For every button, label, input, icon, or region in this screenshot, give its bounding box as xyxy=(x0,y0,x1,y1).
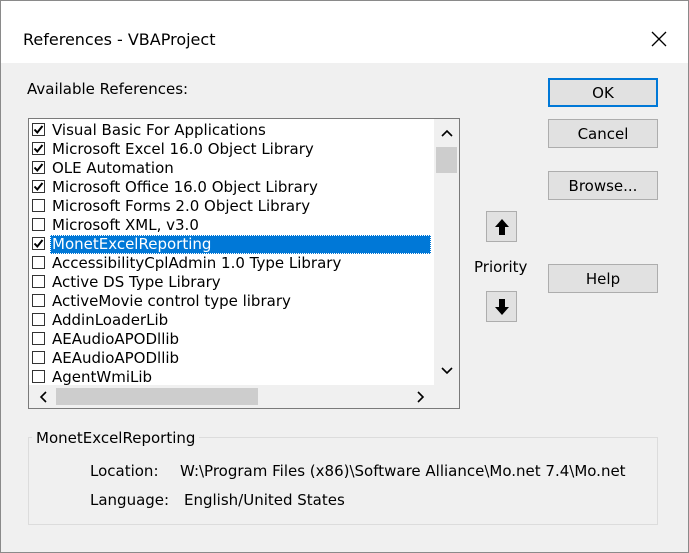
vertical-scrollbar[interactable] xyxy=(434,119,459,385)
chevron-left-icon xyxy=(39,390,47,403)
location-label: Location: xyxy=(90,462,159,480)
reference-list-item[interactable]: Microsoft Office 16.0 Object Library xyxy=(29,178,435,197)
references-dialog: References - VBAProject Available Refere… xyxy=(0,0,689,553)
reference-list-item[interactable]: Active DS Type Library xyxy=(29,273,435,292)
available-references-label: Available References: xyxy=(27,80,189,98)
scroll-up-button[interactable] xyxy=(434,121,459,145)
cancel-button[interactable]: Cancel xyxy=(548,119,658,148)
reference-list-item[interactable]: AEAudioAPODllib xyxy=(29,349,435,368)
priority-up-button[interactable] xyxy=(486,211,517,242)
chevron-up-icon xyxy=(440,129,453,137)
reference-label: AEAudioAPODllib xyxy=(52,349,180,367)
references-list: Visual Basic For Applications Microsoft E… xyxy=(29,121,435,387)
reference-label: AddinLoaderLib xyxy=(52,311,169,329)
reference-label: Microsoft Office 16.0 Object Library xyxy=(52,178,318,196)
browse-button[interactable]: Browse... xyxy=(548,171,658,200)
reference-label: Microsoft Excel 16.0 Object Library xyxy=(52,140,314,158)
reference-label: AccessibilityCplAdmin 1.0 Type Library xyxy=(52,254,342,272)
help-button[interactable]: Help xyxy=(548,264,658,293)
reference-list-item[interactable]: OLE Automation xyxy=(29,159,435,178)
checkmark-icon xyxy=(33,125,44,135)
reference-checkbox[interactable] xyxy=(32,123,45,136)
arrow-down-icon xyxy=(494,298,509,315)
details-group-title: MonetExcelReporting xyxy=(32,429,200,447)
reference-label: Microsoft Forms 2.0 Object Library xyxy=(52,197,311,215)
reference-label: MonetExcelReporting xyxy=(50,235,431,254)
horizontal-scroll-thumb[interactable] xyxy=(56,388,258,405)
reference-list-item[interactable]: AccessibilityCplAdmin 1.0 Type Library xyxy=(29,254,435,273)
reference-checkbox[interactable] xyxy=(32,313,45,326)
reference-label: OLE Automation xyxy=(52,159,174,177)
reference-list-item[interactable]: Visual Basic For Applications xyxy=(29,121,435,140)
checkmark-icon xyxy=(33,163,44,173)
reference-label: ActiveMovie control type library xyxy=(52,292,291,310)
reference-checkbox[interactable] xyxy=(32,180,45,193)
reference-list-item[interactable]: Microsoft Forms 2.0 Object Library xyxy=(29,197,435,216)
priority-down-button[interactable] xyxy=(486,291,517,322)
checkmark-icon xyxy=(33,182,44,192)
reference-list-item[interactable]: MonetExcelReporting xyxy=(29,235,435,254)
scroll-down-button[interactable] xyxy=(434,359,459,383)
priority-label: Priority xyxy=(474,258,528,276)
language-label: Language: xyxy=(90,491,170,509)
reference-checkbox[interactable] xyxy=(32,161,45,174)
reference-list-item[interactable]: AddinLoaderLib xyxy=(29,311,435,330)
reference-checkbox[interactable] xyxy=(32,256,45,269)
close-icon xyxy=(651,31,667,47)
reference-label: AEAudioAPODllib xyxy=(52,330,180,348)
arrow-up-icon xyxy=(494,218,509,235)
close-button[interactable] xyxy=(630,15,688,63)
reference-details-group xyxy=(28,437,658,525)
reference-checkbox[interactable] xyxy=(32,199,45,212)
reference-list-item[interactable]: Microsoft XML, v3.0 xyxy=(29,216,435,235)
scroll-right-button[interactable] xyxy=(409,385,433,408)
scrollbar-corner xyxy=(434,385,459,408)
title-bar: References - VBAProject xyxy=(1,1,688,63)
chevron-down-icon xyxy=(440,367,453,375)
location-value: W:\Program Files (x86)\Software Alliance… xyxy=(180,462,630,480)
checkmark-icon xyxy=(33,144,44,154)
reference-checkbox[interactable] xyxy=(32,237,45,250)
reference-checkbox[interactable] xyxy=(32,332,45,345)
reference-checkbox[interactable] xyxy=(32,275,45,288)
checkmark-icon xyxy=(33,239,44,249)
reference-label: Active DS Type Library xyxy=(52,273,221,291)
language-value: English/United States xyxy=(184,491,345,509)
ok-button[interactable]: OK xyxy=(548,78,658,107)
reference-checkbox[interactable] xyxy=(32,218,45,231)
reference-list-item[interactable]: AEAudioAPODllib xyxy=(29,330,435,349)
window-title: References - VBAProject xyxy=(23,30,216,49)
reference-list-item[interactable]: Microsoft Excel 16.0 Object Library xyxy=(29,140,435,159)
reference-checkbox[interactable] xyxy=(32,142,45,155)
chevron-right-icon xyxy=(417,390,425,403)
reference-label: Microsoft XML, v3.0 xyxy=(52,216,199,234)
scroll-left-button[interactable] xyxy=(31,385,55,408)
horizontal-scrollbar[interactable] xyxy=(29,385,435,408)
reference-checkbox[interactable] xyxy=(32,351,45,364)
reference-checkbox[interactable] xyxy=(32,294,45,307)
reference-label: Visual Basic For Applications xyxy=(52,121,266,139)
reference-checkbox[interactable] xyxy=(32,370,45,383)
vertical-scroll-thumb[interactable] xyxy=(436,147,457,173)
references-listbox[interactable]: Visual Basic For Applications Microsoft E… xyxy=(28,118,460,409)
reference-list-item[interactable]: ActiveMovie control type library xyxy=(29,292,435,311)
